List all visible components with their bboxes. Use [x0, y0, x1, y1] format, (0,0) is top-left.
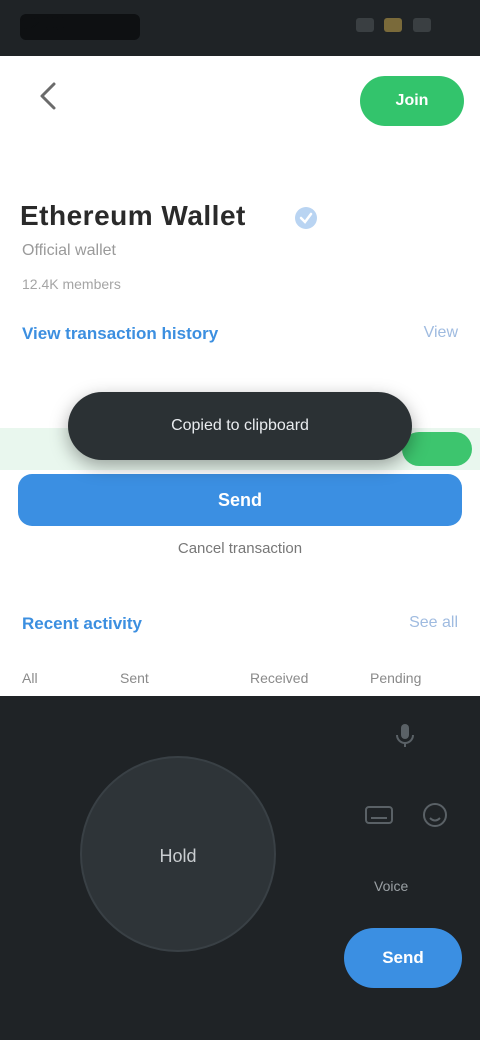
profile-meta: 12.4K members [22, 276, 121, 292]
mic-icon[interactable] [388, 718, 422, 752]
join-button[interactable]: Join [360, 76, 464, 126]
battery-icon [412, 18, 431, 32]
signal-icon [356, 18, 374, 32]
hold-to-talk-button[interactable]: Hold [80, 756, 276, 952]
toast-message: Copied to clipboard [68, 392, 412, 460]
tab-sent[interactable]: Sent [120, 670, 149, 686]
back-icon[interactable] [28, 74, 72, 118]
status-time: 12:00 [20, 14, 140, 40]
tab-pending[interactable]: Pending [370, 670, 421, 686]
keyboard-icon[interactable] [362, 798, 396, 832]
emoji-icon[interactable] [418, 798, 452, 832]
input-panel: Hold Voice Send [0, 696, 480, 1040]
status-icons [350, 18, 460, 36]
status-bar: 12:00 [0, 0, 480, 56]
tab-all[interactable]: All [22, 670, 38, 686]
activity-tabs: All Sent Received Pending [0, 662, 480, 696]
chevron-left-icon [40, 82, 56, 110]
send-primary-button[interactable]: Send [18, 474, 462, 526]
send-button[interactable]: Send [344, 928, 462, 988]
tab-received[interactable]: Received [250, 670, 308, 686]
see-all-link[interactable]: See all [409, 614, 458, 632]
profile-subtitle: Official wallet [22, 242, 116, 259]
mode-label: Voice [374, 878, 409, 894]
history-view-link[interactable]: View [424, 324, 458, 342]
cancel-link[interactable]: Cancel transaction [0, 540, 480, 557]
history-link[interactable]: View transaction history [22, 324, 218, 344]
verified-check-icon [292, 204, 320, 232]
profile-page: Join Ethereum Wallet Official wallet 12.… [0, 56, 480, 696]
wifi-icon [384, 18, 403, 32]
page-title: Ethereum Wallet [20, 200, 246, 231]
recent-activity-link[interactable]: Recent activity [22, 614, 142, 634]
green-pill[interactable] [402, 432, 472, 466]
